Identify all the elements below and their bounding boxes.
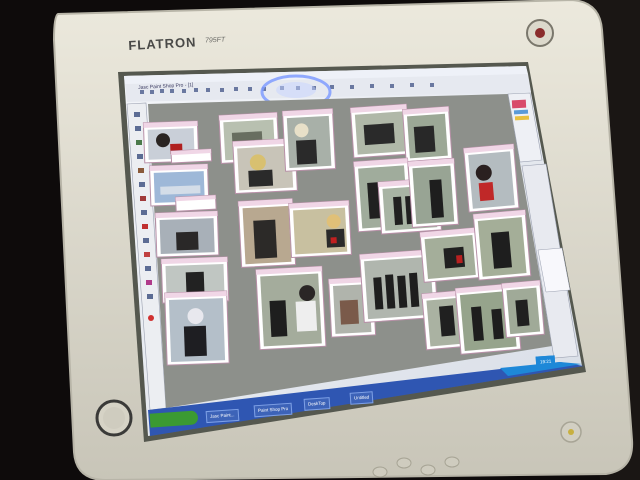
photo-window-17: [407, 157, 459, 228]
photo-window-11: [255, 265, 327, 351]
photo-window-10: [288, 199, 352, 259]
photo-window-20: [463, 143, 520, 213]
photo-window-19: [419, 227, 481, 283]
taskbar-button-4[interactable]: Untitled: [349, 391, 374, 405]
photo-window-5: [164, 290, 230, 366]
photo-window-9: [237, 198, 297, 268]
photo-window-14: [401, 105, 453, 163]
photo-window-26: [174, 194, 217, 212]
photo-window-3: [154, 210, 220, 258]
photo-window-25: [170, 148, 213, 164]
taskbar-clock: 19:21: [535, 355, 556, 369]
photo-window-24: [501, 279, 545, 339]
monitor-model: 795FT: [204, 36, 226, 45]
photo-window-21: [472, 209, 532, 281]
photo-window-13: [349, 103, 411, 159]
taskbar-button-3[interactable]: DeskTop: [303, 397, 330, 411]
photo-scene: FLATRON 795FT Jasc Paint Shop Pro - [1] …: [0, 0, 640, 480]
taskbar-button-1[interactable]: Jasc Paint...: [205, 408, 239, 424]
photo-window-8: [281, 108, 337, 172]
